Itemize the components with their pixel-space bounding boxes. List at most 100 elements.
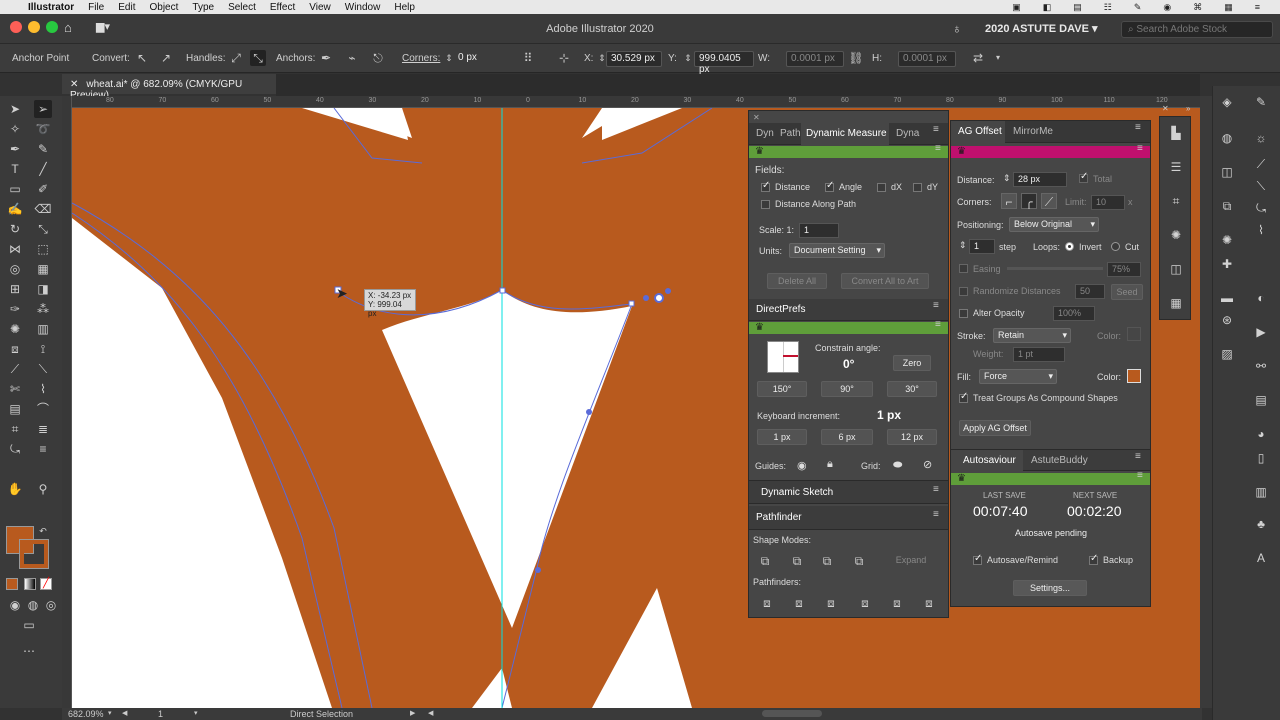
opacity-field[interactable]: 100% — [1053, 306, 1095, 321]
convert-smooth-icon[interactable]: ↗ — [158, 50, 174, 66]
menu-lines-icon[interactable]: ☰ — [1168, 159, 1184, 175]
panel-menu-icon[interactable]: ≡ — [933, 125, 943, 135]
pathfinder-title[interactable]: Pathfinder — [756, 512, 802, 523]
close-tab-icon[interactable]: ✕ — [70, 79, 78, 90]
isolate-icon[interactable]: ⇄ — [970, 50, 986, 66]
symbol-sprayer-icon[interactable]: ✺ — [6, 320, 24, 338]
palette-icon[interactable]: ◕ — [1253, 426, 1269, 442]
easing-slider[interactable] — [1007, 267, 1103, 270]
randomize-field[interactable]: 50 — [1075, 284, 1105, 299]
symbols-icon[interactable]: ♣ — [1253, 516, 1269, 532]
steps-field[interactable]: 1 — [969, 239, 995, 254]
strip-menu-icon[interactable]: ≡ — [935, 320, 945, 330]
status-menu-icon[interactable]: ◧ — [1043, 2, 1052, 13]
menu-select[interactable]: Select — [228, 2, 256, 13]
lasso-icon[interactable]: ➰ — [34, 120, 52, 138]
panel-menu-icon[interactable]: ≡ — [933, 485, 943, 495]
fill-color-swatch[interactable] — [1127, 369, 1141, 383]
positioning-dropdown[interactable]: Below Original ▾ — [1009, 217, 1099, 232]
delete-all-button[interactable]: Delete All — [767, 273, 827, 289]
astute-tool-icon[interactable]: ⟋ — [1253, 156, 1269, 172]
line-tool-icon[interactable]: ╱ — [34, 160, 52, 178]
hand-tool-icon[interactable]: ✋ — [6, 480, 24, 498]
workspace-switcher[interactable]: 2020 ASTUTE DAVE ▾ — [985, 22, 1098, 35]
astute-tool-icon[interactable]: ⟍ — [1253, 178, 1269, 194]
scale-tool-icon[interactable]: ⤡ — [34, 220, 52, 238]
curvature-tool-icon[interactable]: ✎ — [34, 140, 52, 158]
panel-icon[interactable]: ▤ — [1253, 392, 1269, 408]
menu-illustrator[interactable]: Illustrator — [28, 2, 74, 13]
search-stock-input[interactable]: ⌕ Search Adobe Stock — [1121, 21, 1273, 38]
status-menu-icon[interactable]: ▶ — [410, 709, 415, 717]
draw-normal-icon[interactable]: ◉ — [6, 596, 24, 614]
character-icon[interactable]: A — [1253, 550, 1269, 566]
slice-tool-icon[interactable]: ⟟ — [34, 340, 52, 358]
document-icon[interactable]: ▯ — [1253, 450, 1269, 466]
sun-icon[interactable]: ✺ — [1219, 232, 1235, 248]
zero-button[interactable]: Zero — [893, 355, 931, 371]
unite-icon[interactable]: ⧉ — [757, 553, 773, 569]
panel-menu-icon[interactable]: ≡ — [933, 510, 943, 520]
expand-button[interactable]: Expand — [885, 553, 937, 569]
astute-tool-icon[interactable]: ⌒ — [34, 400, 52, 418]
gradient-mode-icon[interactable] — [24, 578, 36, 590]
merge-icon[interactable]: ⧈ — [823, 595, 839, 611]
direct-selection-tool-icon[interactable]: ➢ — [34, 100, 52, 118]
type-tool-icon[interactable]: T — [6, 160, 24, 178]
seed-button[interactable]: Seed — [1111, 284, 1143, 300]
cut-path-icon[interactable]: ⎋ — [370, 50, 386, 66]
total-checkbox[interactable] — [1079, 171, 1088, 183]
minus-back-icon[interactable]: ⧈ — [921, 595, 937, 611]
x-field[interactable]: 30.529 px — [606, 51, 662, 67]
horizontal-scroll-thumb[interactable] — [762, 710, 822, 717]
divide-icon[interactable]: ⧈ — [759, 595, 775, 611]
artboard-dropdown-icon[interactable]: ▾ — [194, 709, 198, 717]
brushes-icon[interactable]: ☼ — [1253, 130, 1269, 146]
apply-ag-offset-button[interactable]: Apply AG Offset — [959, 420, 1031, 436]
dy-checkbox[interactable] — [913, 183, 922, 192]
astute-tool-icon[interactable]: ⟋ — [6, 360, 24, 378]
handle-point[interactable] — [665, 288, 671, 294]
play-icon[interactable]: ▶ — [1253, 324, 1269, 340]
anchor-point[interactable] — [499, 287, 506, 294]
dx-checkbox[interactable] — [877, 183, 886, 192]
menu-edit[interactable]: Edit — [118, 2, 135, 13]
panel-icon[interactable]: ▨ — [1219, 346, 1235, 362]
stroke-swatch[interactable] — [19, 539, 49, 569]
panel-icon[interactable]: ▬ — [1219, 290, 1235, 306]
status-menu-icon[interactable]: ▤ — [1073, 2, 1082, 13]
strip-menu-icon[interactable]: ≡ — [1137, 471, 1147, 481]
rectangle-tool-icon[interactable]: ▭ — [6, 180, 24, 198]
mesh-tool-icon[interactable]: ⊞ — [6, 280, 24, 298]
astute-tool-icon[interactable]: ⤿ — [6, 440, 24, 458]
panel-icon[interactable]: ▙ — [1168, 125, 1184, 141]
grid-visibility-icon[interactable]: ⬬ — [893, 459, 902, 472]
grid-hide-icon[interactable]: ⊘ — [923, 458, 932, 471]
eyedropper-icon[interactable]: ✑ — [6, 300, 24, 318]
alter-opacity-checkbox[interactable] — [959, 309, 968, 318]
graph-tool-icon[interactable]: ▥ — [34, 320, 52, 338]
collapse-panel-icon[interactable]: » — [1186, 104, 1190, 113]
astute-tool-icon[interactable]: ≣ — [34, 420, 52, 438]
offset-distance-field[interactable]: 28 px — [1013, 172, 1067, 187]
transform-point-icon[interactable]: ⊹ — [556, 50, 572, 66]
distance-checkbox[interactable] — [761, 180, 770, 192]
panel-menu-icon[interactable]: ≡ — [1135, 123, 1145, 133]
astute-tool-icon[interactable]: ✄ — [6, 380, 24, 398]
directprefs-title[interactable]: DirectPrefs — [756, 304, 805, 315]
tab-dynamic-measure[interactable]: Dynamic Measure — [806, 128, 887, 139]
screen-mode-icon[interactable]: ▭ — [20, 616, 38, 634]
easing-field[interactable]: 75% — [1107, 262, 1141, 277]
minus-front-icon[interactable]: ⧉ — [789, 553, 805, 569]
distance-along-path-checkbox[interactable] — [761, 200, 770, 209]
tab-astutebuddy[interactable]: AstuteBuddy — [1031, 455, 1088, 466]
cut-radio[interactable] — [1111, 242, 1120, 251]
h-field[interactable]: 0.0001 px — [898, 51, 956, 67]
menu-window[interactable]: Window — [345, 2, 381, 13]
panel-icon[interactable]: ⌗ — [1168, 193, 1184, 209]
scale-field[interactable]: 1 — [799, 223, 839, 238]
panel-icon[interactable]: ✺ — [1168, 227, 1184, 243]
randomize-checkbox[interactable] — [959, 287, 968, 296]
vertical-scrollbar[interactable] — [1200, 96, 1212, 708]
eye-icon[interactable]: ◉ — [797, 459, 807, 472]
